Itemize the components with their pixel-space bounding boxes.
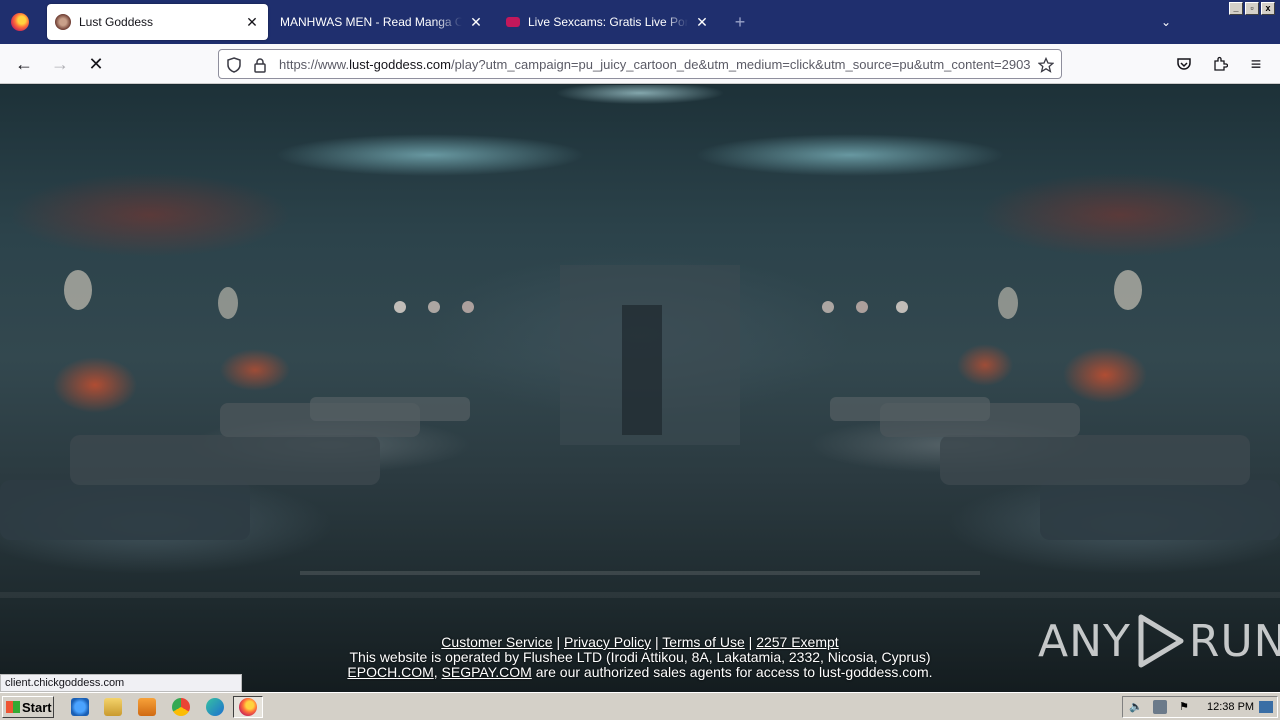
file-explorer-icon[interactable] [104,698,122,716]
close-window-button[interactable]: x [1261,2,1275,15]
epoch-link[interactable]: EPOCH.COM [347,664,433,680]
taskbar-clock[interactable]: 12:38 PM [1207,701,1254,713]
exempt-2257-link[interactable]: 2257 Exempt [756,634,839,650]
sales-agents-text: are our authorized sales agents for acce… [535,664,933,680]
navigation-bar: ← → ✕ https://www.lust-goddess.com/play?… [0,44,1280,84]
page-content[interactable]: Customer Service | Privacy Policy | Term… [0,85,1280,692]
separator: | [655,634,659,650]
segpay-link[interactable]: SEGPAY.COM [442,664,532,680]
tab-close-icon[interactable]: ✕ [694,14,710,30]
play-logo-icon [1138,614,1184,668]
minimize-button[interactable]: _ [1229,2,1243,15]
status-bar: client.chickgoddess.com [0,674,242,692]
tab-title: MANHWAS MEN - Read Manga Online Free [280,15,462,29]
stop-loading-button[interactable]: ✕ [82,50,110,78]
tab-close-icon[interactable]: ✕ [468,14,484,30]
app-menu-icon[interactable]: ≡ [1242,50,1270,78]
show-desktop-icon[interactable] [1259,701,1273,713]
tab-title: Live Sexcams: Gratis Live Porn Chat [528,15,688,29]
list-all-tabs-button[interactable]: ⌄ [1156,12,1176,32]
tab-close-icon[interactable]: ✕ [244,14,260,30]
pocket-icon[interactable] [1170,50,1198,78]
forward-button[interactable]: → [46,50,74,78]
start-label: Start [22,699,52,715]
separator: | [556,634,561,650]
url-path: /play?utm_campaign=pu_juicy_cartoon_de&u… [450,57,1031,72]
chrome-icon[interactable] [172,698,190,716]
firefox-icon [11,13,29,31]
internet-explorer-icon[interactable] [71,698,89,716]
background-scene-image [0,265,1280,598]
tab-favicon-icon [506,17,520,27]
watermark-run: RUN [1188,615,1280,667]
tab-title: Lust Goddess [79,15,154,29]
tab-live-sexcams[interactable]: Live Sexcams: Gratis Live Porn Chat ✕ [498,4,718,40]
tab-manhwas-men[interactable]: MANHWAS MEN - Read Manga Online Free ✕ [272,4,492,40]
terms-of-use-link[interactable]: Terms of Use [662,634,744,650]
url-bar[interactable]: https://www.lust-goddess.com/play?utm_ca… [218,49,1062,79]
taskbar: Start 🔈 ⚑ 12:38 PM [0,692,1280,720]
bookmark-star-icon[interactable] [1037,56,1055,74]
firefox-taskbar-icon[interactable] [239,698,257,716]
volume-icon[interactable]: 🔈 [1129,700,1143,714]
firefox-menu-button[interactable] [0,0,40,44]
comma: , [433,664,438,680]
url-prefix: https://www. [279,57,350,72]
network-icon[interactable] [1153,700,1167,714]
restore-button[interactable]: ▫ [1245,2,1259,15]
new-tab-button[interactable]: + [730,10,750,34]
tab-lust-goddess[interactable]: Lust Goddess ✕ [47,4,268,40]
start-button[interactable]: Start [2,696,54,718]
action-center-flag-icon[interactable]: ⚑ [1177,700,1191,714]
media-player-icon[interactable] [138,698,156,716]
anyrun-watermark: ANY RUN [1038,613,1280,669]
url-text[interactable]: https://www.lust-goddess.com/play?utm_ca… [279,57,1039,72]
system-tray: 🔈 ⚑ 12:38 PM [1122,696,1278,718]
back-button[interactable]: ← [10,50,38,78]
separator: | [748,634,753,650]
windows-logo-icon [6,701,20,713]
privacy-policy-link[interactable]: Privacy Policy [564,634,651,650]
edge-icon[interactable] [206,698,224,716]
lock-icon[interactable] [251,56,269,74]
customer-service-link[interactable]: Customer Service [441,634,552,650]
watermark-any: ANY [1038,615,1131,667]
url-domain: lust-goddess.com [349,57,451,72]
tracking-protection-shield-icon[interactable] [225,56,243,74]
extensions-icon[interactable] [1206,50,1234,78]
tab-bar: Lust Goddess ✕ MANHWAS MEN - Read Manga … [0,0,1280,44]
tab-favicon-icon [55,14,71,30]
